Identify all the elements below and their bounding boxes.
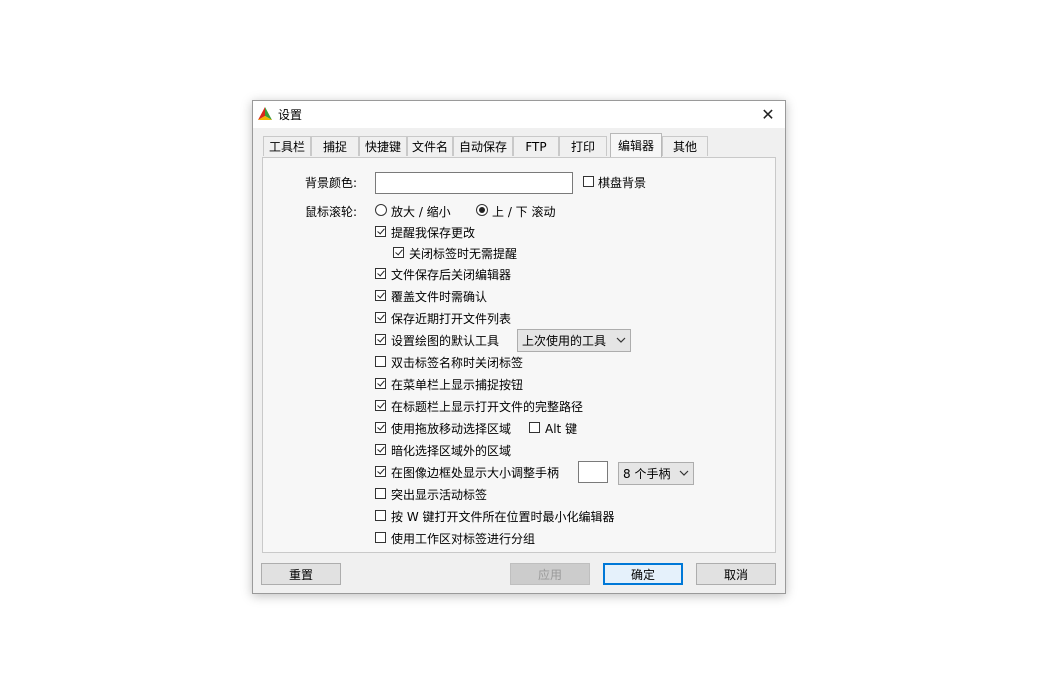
save-recent-files-checkbox[interactable] — [375, 312, 386, 323]
cancel-button[interactable]: 取消 — [696, 563, 776, 585]
show-full-path-checkbox[interactable] — [375, 400, 386, 411]
drag-move-selection-checkbox[interactable] — [375, 422, 386, 433]
tab-editor[interactable]: 编辑器 — [610, 133, 662, 157]
drag-move-selection-label: 使用拖放移动选择区域 — [391, 422, 512, 436]
close-icon: ✕ — [761, 105, 775, 124]
close-button[interactable]: ✕ — [751, 101, 785, 128]
minimize-on-w-key-label: 按 W 键打开文件所在位置时最小化编辑器 — [391, 510, 615, 524]
show-capture-button-label: 在菜单栏上显示捕捉按钮 — [391, 378, 524, 392]
highlight-active-tab-label: 突出显示活动标签 — [391, 488, 488, 502]
checker-background-label: 棋盘背景 — [598, 176, 647, 190]
alt-key-label: Alt 键 — [545, 422, 578, 436]
handle-color-swatch[interactable] — [578, 461, 608, 483]
radio-zoom[interactable] — [375, 204, 387, 216]
radio-zoom-label: 放大 / 缩小 — [391, 205, 451, 219]
default-draw-tool-checkbox[interactable] — [375, 334, 386, 345]
tab-other[interactable]: 其他 — [662, 136, 708, 156]
tab-filename[interactable]: 文件名 — [407, 136, 453, 156]
remind-save-label: 提醒我保存更改 — [391, 226, 476, 240]
tab-capture[interactable]: 捕捉 — [311, 136, 359, 156]
close-editor-after-save-label: 文件保存后关闭编辑器 — [391, 268, 512, 282]
window-title: 设置 — [278, 108, 303, 122]
default-draw-tool-label: 设置绘图的默认工具 — [391, 334, 500, 348]
editor-settings-panel: 背景颜色: 棋盘背景 鼠标滚轮: 放大 / 缩小 上 / 下 滚动 提醒我保存更… — [262, 157, 776, 553]
tab-ftp[interactable]: FTP — [513, 136, 559, 156]
app-logo-icon — [258, 107, 272, 120]
no-remind-close-tab-label: 关闭标签时无需提醒 — [409, 247, 518, 261]
chevron-down-icon — [679, 470, 689, 476]
background-color-label: 背景颜色: — [305, 176, 358, 190]
ok-button[interactable]: 确定 — [603, 563, 683, 585]
reset-button[interactable]: 重置 — [261, 563, 341, 585]
settings-dialog: 设置 ✕ 工具栏 捕捉 快捷键 文件名 自动保存 FTP 打印 编辑器 其他 背… — [252, 100, 786, 594]
dblclick-close-tab-label: 双击标签名称时关闭标签 — [391, 356, 524, 370]
handles-count-select[interactable]: 8 个手柄 — [618, 462, 694, 485]
darken-outside-selection-label: 暗化选择区域外的区域 — [391, 444, 512, 458]
confirm-overwrite-checkbox[interactable] — [375, 290, 386, 301]
mouse-wheel-label: 鼠标滚轮: — [305, 205, 358, 219]
close-editor-after-save-checkbox[interactable] — [375, 268, 386, 279]
tab-print[interactable]: 打印 — [559, 136, 607, 156]
tab-hotkeys[interactable]: 快捷键 — [359, 136, 407, 156]
group-tabs-workspace-checkbox[interactable] — [375, 532, 386, 543]
group-tabs-workspace-label: 使用工作区对标签进行分组 — [391, 532, 536, 546]
radio-scroll[interactable] — [476, 204, 488, 216]
tab-autosave[interactable]: 自动保存 — [453, 136, 513, 156]
show-full-path-label: 在标题栏上显示打开文件的完整路径 — [391, 400, 584, 414]
default-tool-select[interactable]: 上次使用的工具 — [517, 329, 631, 352]
dblclick-close-tab-checkbox[interactable] — [375, 356, 386, 367]
radio-scroll-label: 上 / 下 滚动 — [492, 205, 556, 219]
highlight-active-tab-checkbox[interactable] — [375, 488, 386, 499]
apply-button[interactable]: 应用 — [510, 563, 590, 585]
save-recent-files-label: 保存近期打开文件列表 — [391, 312, 512, 326]
background-color-field[interactable] — [375, 172, 573, 194]
resize-handles-checkbox[interactable] — [375, 466, 386, 477]
title-bar: 设置 ✕ — [253, 101, 785, 128]
show-capture-button-checkbox[interactable] — [375, 378, 386, 389]
no-remind-close-tab-checkbox[interactable] — [393, 247, 404, 258]
remind-save-checkbox[interactable] — [375, 226, 386, 237]
chevron-down-icon — [616, 337, 626, 343]
resize-handles-label: 在图像边框处显示大小调整手柄 — [391, 466, 560, 480]
checker-background-checkbox[interactable] — [583, 176, 594, 187]
darken-outside-selection-checkbox[interactable] — [375, 444, 386, 455]
minimize-on-w-key-checkbox[interactable] — [375, 510, 386, 521]
confirm-overwrite-label: 覆盖文件时需确认 — [391, 290, 488, 304]
tab-toolbar[interactable]: 工具栏 — [263, 136, 311, 156]
alt-key-checkbox[interactable] — [529, 422, 540, 433]
